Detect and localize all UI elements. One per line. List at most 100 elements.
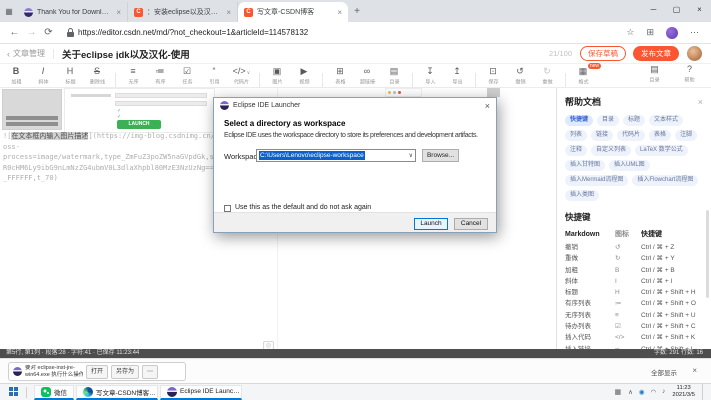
more-menu-icon[interactable]: ⋯	[690, 27, 699, 38]
article-manage-link[interactable]: 文章管理	[13, 48, 45, 59]
toolbar-button[interactable]: ∞ 超链接	[354, 66, 381, 86]
window-controls: ─ ▢ ×	[642, 0, 711, 20]
toolbar-button[interactable]: ▣ 图片	[264, 66, 291, 86]
toolbar-button[interactable]	[561, 70, 570, 81]
tray-icon[interactable]: ♪	[662, 388, 665, 396]
help-tag[interactable]: 插入UML图	[609, 160, 650, 171]
help-tag[interactable]: 快捷键	[565, 115, 593, 126]
tray-icon[interactable]: ∧	[628, 388, 633, 396]
taskbar-app-button[interactable]: 微信	[34, 385, 74, 400]
collections-icon[interactable]: ⊞	[646, 27, 654, 38]
toolbar-button[interactable]: ⊞ 表格	[327, 66, 354, 86]
article-title-input[interactable]	[62, 48, 549, 59]
toolbar-button[interactable]: I 斜体	[30, 66, 57, 86]
download-item-chip[interactable]: 要对 eclipse-inst-jre- win64.exe 执行什么操作? 打…	[8, 362, 186, 381]
dialog-close-icon[interactable]: ×	[485, 101, 490, 111]
help-tag[interactable]: 插入甘特图	[565, 160, 605, 171]
tray-icon[interactable]: ◉	[639, 388, 645, 396]
toolbar-button[interactable]: ⊡ 保存	[480, 66, 507, 86]
save-as-button[interactable]: 另存为	[111, 365, 139, 379]
launch-button[interactable]: Launch	[414, 218, 448, 230]
toolbar-button-icon: ☑	[183, 66, 191, 76]
toolbar-button[interactable]: ▶ 视频	[291, 66, 318, 86]
cancel-button[interactable]: Cancel	[454, 218, 488, 230]
browser-tab[interactable]: C 写文章-CSDN博客 ×	[238, 2, 348, 22]
back-chevron-icon[interactable]: ‹	[7, 49, 10, 59]
tab-actions-icon[interactable]: ▦	[0, 2, 18, 22]
help-tag[interactable]: 代码片	[617, 130, 645, 141]
help-tag[interactable]: 注释	[565, 145, 587, 156]
help-tag[interactable]: 自定义列表	[591, 145, 631, 156]
toolbar-button[interactable]: ▤ 目录	[381, 66, 408, 86]
help-tag[interactable]: 插入类图	[565, 190, 599, 201]
tab-close-icon[interactable]: ×	[337, 8, 342, 17]
toolbar-button[interactable]: “ 引用	[201, 66, 228, 86]
toolbar-right-button[interactable]: ? 帮助	[676, 64, 703, 88]
tab-close-icon[interactable]: ×	[116, 8, 121, 17]
help-tag[interactable]: 列表	[565, 130, 587, 141]
browser-profile-avatar[interactable]	[666, 27, 678, 39]
maximize-button[interactable]: ▢	[665, 0, 688, 20]
help-tag[interactable]: 链接	[591, 130, 613, 141]
taskbar-app-button[interactable]: Eclipse IDE Launc…	[160, 385, 242, 400]
user-avatar[interactable]	[687, 46, 702, 61]
combobox-caret-icon[interactable]: ∨	[409, 152, 413, 159]
show-desktop-button[interactable]	[702, 384, 705, 400]
help-scrollbar[interactable]	[706, 210, 709, 298]
toolbar-button[interactable]	[318, 70, 327, 81]
start-button[interactable]	[9, 387, 19, 397]
toolbar-button[interactable]: S 删除线	[84, 66, 111, 86]
toolbar-button[interactable]: </>∨ 代码片	[228, 66, 255, 86]
workspace-combobox[interactable]: C:\Users\Lenovo\eclipse-workspace ∨	[256, 149, 416, 162]
toolbar-button[interactable]: ≡ 无序	[120, 66, 147, 86]
help-tag[interactable]: LaTeX 数学公式	[635, 145, 688, 156]
toolbar-right-button[interactable]: ▤ 目录	[641, 64, 668, 88]
toolbar-button[interactable]	[408, 70, 417, 81]
help-tag[interactable]: 目录	[597, 115, 619, 126]
close-button[interactable]: ×	[688, 0, 711, 20]
url-text[interactable]: https://editor.csdn.net/md/?not_checkout…	[78, 28, 626, 37]
publish-article-button[interactable]: 发布文章	[633, 46, 679, 61]
more-options-icon[interactable]: ⋯	[142, 365, 158, 379]
minimize-button[interactable]: ─	[642, 0, 665, 20]
new-tab-button[interactable]: +	[348, 2, 366, 22]
help-tag[interactable]: 插入Mermaid流程图	[565, 175, 628, 186]
refresh-icon[interactable]: ⟳	[40, 27, 57, 38]
toolbar-button[interactable]: H 标题	[57, 66, 84, 86]
favorites-star-icon[interactable]: ☆	[626, 27, 634, 38]
help-tag[interactable]: 文本样式	[649, 115, 683, 126]
taskbar-clock[interactable]: 11:23 2021/3/5	[672, 385, 695, 399]
help-tag[interactable]: 表格	[649, 130, 671, 141]
tray-icon[interactable]: ◠	[651, 388, 657, 396]
back-icon[interactable]: ←	[6, 27, 23, 38]
widgets-icon[interactable]: ▦	[614, 388, 621, 396]
forward-icon[interactable]: →	[23, 27, 40, 38]
open-button[interactable]: 打开	[86, 365, 108, 379]
toolbar-button[interactable]: ↺ 撤销	[507, 66, 534, 86]
browser-tab[interactable]: C ：安装eclipse以及汉化教程- CSDN… ×	[128, 2, 238, 22]
help-close-icon[interactable]: ×	[698, 97, 703, 107]
toolbar-button[interactable]	[255, 70, 264, 81]
tab-close-icon[interactable]: ×	[226, 8, 231, 17]
toolbar-button[interactable]: ☑ 任务	[174, 66, 201, 86]
toolbar-button[interactable]: ≔ 有序	[147, 66, 174, 86]
toolbar-button[interactable]: ↧ 导入	[417, 66, 444, 86]
show-all-downloads-link[interactable]: 全部显示	[651, 367, 677, 377]
browser-tab[interactable]: Thank You for Downloading Ecl… ×	[18, 2, 128, 22]
toolbar-button[interactable]	[111, 70, 120, 81]
toolbar-button[interactable]	[471, 70, 480, 81]
toolbar-button[interactable]: ↻ 重做	[534, 66, 561, 86]
help-tag[interactable]: 标题	[623, 115, 645, 126]
help-tag[interactable]: 注脚	[675, 130, 697, 141]
browse-button[interactable]: Browse...	[422, 149, 459, 162]
help-tag[interactable]: 插入Flowchart流程图	[632, 175, 698, 186]
taskbar-app-button[interactable]: 写文章-CSDN博客…	[76, 385, 158, 400]
markdown-source-text[interactable]: ![在文本框内输入图片描述](https://img-blog.csdnimg.…	[3, 131, 216, 184]
default-workspace-checkbox[interactable]	[224, 205, 231, 212]
toolbar-button[interactable]: ↥ 导出	[444, 66, 471, 86]
save-draft-button[interactable]: 保存草稿	[580, 46, 626, 61]
toolbar-button[interactable]: B 加粗	[3, 66, 30, 86]
dialog-title-bar[interactable]: Eclipse IDE Launcher ×	[214, 98, 496, 113]
download-bar-close-icon[interactable]: ×	[692, 366, 697, 375]
toolbar-button[interactable]: ▦ 格式 new	[570, 66, 597, 86]
